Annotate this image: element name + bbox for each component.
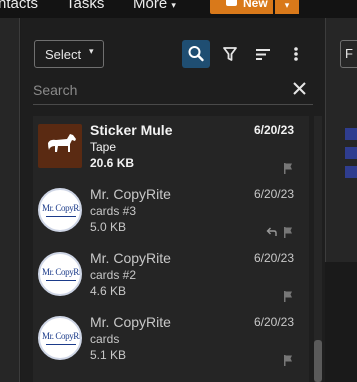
left-pane-edge — [0, 18, 20, 382]
logo: Mr. CopyRite — [42, 267, 82, 277]
message-sender: Sticker Mule — [90, 122, 173, 138]
chevron-down-icon: ▾ — [171, 0, 176, 10]
flag-icon[interactable] — [282, 354, 294, 366]
message-date: 6/20/23 — [253, 123, 294, 137]
message-size: 5.0 KB — [90, 220, 127, 234]
horse-icon — [48, 134, 76, 152]
filter-button[interactable] — [216, 40, 244, 68]
reading-pane-dropdown[interactable]: F — [340, 40, 357, 68]
search-input[interactable]: Search — [33, 82, 77, 98]
message-subject: cards #2 — [90, 268, 137, 282]
flag-icon[interactable] — [282, 226, 294, 238]
content-bar — [345, 166, 357, 178]
message-sender: Mr. CopyRite — [90, 250, 171, 266]
message-subject: cards — [90, 332, 120, 346]
message-sender: Mr. CopyRite — [90, 186, 171, 202]
reading-pane-edge: F — [325, 18, 357, 382]
nav-more[interactable]: More ▾ — [133, 0, 176, 12]
close-icon — [293, 82, 306, 95]
logo: Mr. CopyRite — [42, 331, 82, 341]
new-menu-button[interactable]: ▾ — [275, 0, 299, 14]
nav-tasks[interactable]: Tasks — [66, 0, 104, 12]
message-date: 6/20/23 — [253, 251, 294, 265]
content-bar — [345, 147, 357, 159]
message-list: Sticker Mule Tape 20.6 KB 6/20/23 Mr. Co… — [33, 116, 309, 382]
scrollbar-thumb[interactable] — [314, 340, 322, 382]
avatar: Mr. CopyRite — [38, 188, 82, 232]
message-date: 6/20/23 — [253, 315, 294, 329]
nav-more-label: More — [133, 0, 168, 12]
search-icon — [188, 46, 204, 62]
sort-button[interactable] — [249, 40, 277, 68]
filter-icon — [223, 47, 237, 61]
more-options-button[interactable] — [282, 40, 310, 68]
more-vertical-icon — [294, 47, 298, 61]
search-field[interactable]: Search — [33, 78, 313, 105]
message-size: 5.1 KB — [90, 348, 127, 362]
select-dropdown[interactable]: Select ▾ — [34, 40, 104, 68]
clear-search-button[interactable] — [291, 78, 309, 100]
list-item[interactable]: Mr. CopyRite Mr. CopyRite cards #2 4.6 K… — [33, 244, 309, 308]
list-item[interactable]: Mr. CopyRite Mr. CopyRite cards 5.1 KB 6… — [33, 308, 309, 372]
avatar — [38, 124, 82, 168]
nav-contacts[interactable]: ntacts — [0, 0, 38, 12]
new-button[interactable]: New — [210, 0, 273, 14]
search-button[interactable] — [182, 40, 210, 68]
select-label: Select — [45, 47, 82, 62]
avatar: Mr. CopyRite — [38, 316, 82, 360]
reading-pane-dropdown-label: F — [345, 46, 353, 61]
message-subject: cards #3 — [90, 204, 137, 218]
envelope-icon — [226, 0, 237, 6]
sort-icon — [256, 49, 270, 60]
message-size: 4.6 KB — [90, 284, 127, 298]
message-sender: Mr. CopyRite — [90, 314, 171, 330]
flag-icon[interactable] — [282, 290, 294, 302]
chevron-down-icon: ▾ — [89, 46, 94, 56]
new-button-label: New — [243, 0, 268, 10]
message-date: 6/20/23 — [253, 187, 294, 201]
reply-icon — [266, 227, 277, 236]
top-nav: ntacts Tasks More ▾ New ▾ — [0, 0, 357, 18]
flag-icon[interactable] — [282, 162, 294, 174]
message-list-panel: Select ▾ Search Sticker Mule Tape 20.6 K… — [21, 18, 325, 382]
scrollbar[interactable] — [314, 116, 322, 382]
list-item[interactable]: Sticker Mule Tape 20.6 KB 6/20/23 — [33, 116, 309, 180]
message-size: 20.6 KB — [90, 156, 135, 170]
logo: Mr. CopyRite — [42, 203, 82, 213]
message-subject: Tape — [90, 140, 117, 154]
reading-pane-body — [325, 262, 357, 382]
list-item[interactable]: Mr. CopyRite Mr. CopyRite cards #3 5.0 K… — [33, 180, 309, 244]
content-bar — [345, 128, 357, 140]
avatar: Mr. CopyRite — [38, 252, 82, 296]
